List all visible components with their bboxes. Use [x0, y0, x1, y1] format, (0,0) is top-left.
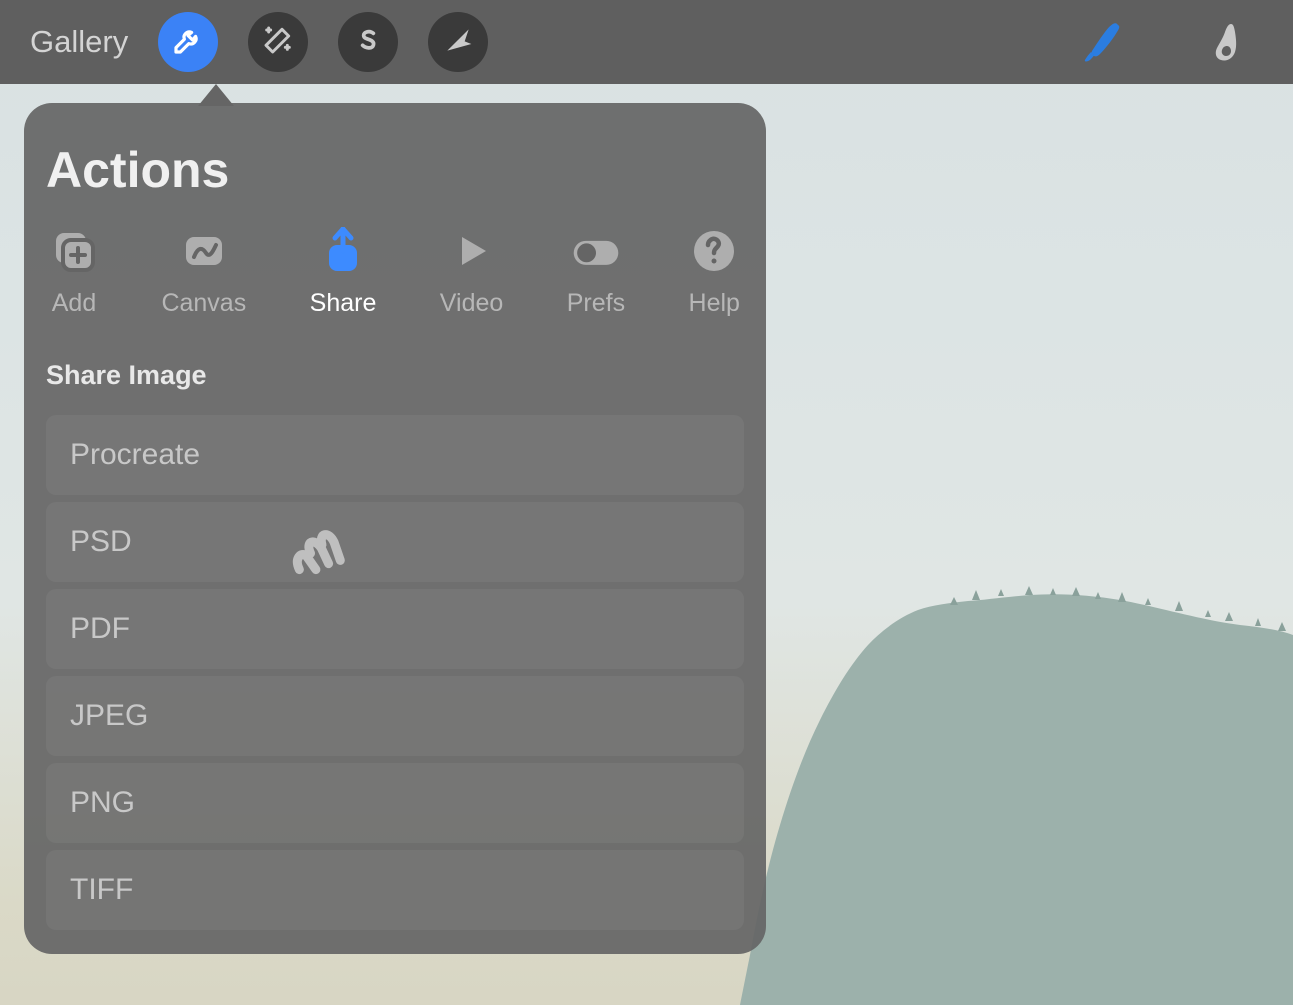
tab-add[interactable]: Add — [50, 227, 98, 318]
tab-label: Canvas — [161, 289, 246, 318]
popover-title: Actions — [24, 141, 766, 227]
selection-button[interactable] — [338, 12, 398, 72]
tab-label: Prefs — [567, 289, 625, 318]
actions-tabs: Add Canvas Share — [24, 227, 766, 346]
adjustments-button[interactable] — [248, 12, 308, 72]
smudge-tool-icon[interactable] — [1205, 18, 1253, 66]
tab-help[interactable]: Help — [689, 227, 740, 318]
add-icon — [50, 227, 98, 275]
tab-prefs[interactable]: Prefs — [567, 227, 625, 318]
actions-button[interactable] — [158, 12, 218, 72]
wand-icon — [262, 24, 294, 61]
top-toolbar: Gallery — [0, 0, 1293, 84]
tab-canvas[interactable]: Canvas — [161, 227, 246, 318]
share-section-header: Share Image — [24, 346, 766, 415]
gallery-button[interactable]: Gallery — [30, 24, 128, 60]
brush-tool-icon[interactable] — [1077, 18, 1125, 66]
share-option-psd[interactable]: PSD — [46, 502, 744, 582]
canvas-icon — [180, 227, 228, 275]
share-option-procreate[interactable]: Procreate — [46, 415, 744, 495]
play-icon — [448, 227, 496, 275]
share-option-jpeg[interactable]: JPEG — [46, 676, 744, 756]
wrench-icon — [172, 24, 204, 61]
share-icon — [319, 227, 367, 275]
selection-icon — [352, 24, 384, 61]
toggle-icon — [572, 227, 620, 275]
arrow-cursor-icon — [442, 24, 474, 61]
help-icon — [690, 227, 738, 275]
share-option-pdf[interactable]: PDF — [46, 589, 744, 669]
share-option-png[interactable]: PNG — [46, 763, 744, 843]
tab-video[interactable]: Video — [440, 227, 504, 318]
tab-label: Video — [440, 289, 504, 318]
tab-label: Add — [52, 289, 96, 318]
actions-popover: Actions Add Canvas — [24, 103, 766, 954]
share-options-list: Procreate PSD PDF JPEG PNG TIFF — [24, 415, 766, 954]
tab-label: Share — [310, 289, 377, 318]
share-option-tiff[interactable]: TIFF — [46, 850, 744, 930]
tab-share[interactable]: Share — [310, 227, 377, 318]
tab-label: Help — [689, 289, 740, 318]
transform-button[interactable] — [428, 12, 488, 72]
